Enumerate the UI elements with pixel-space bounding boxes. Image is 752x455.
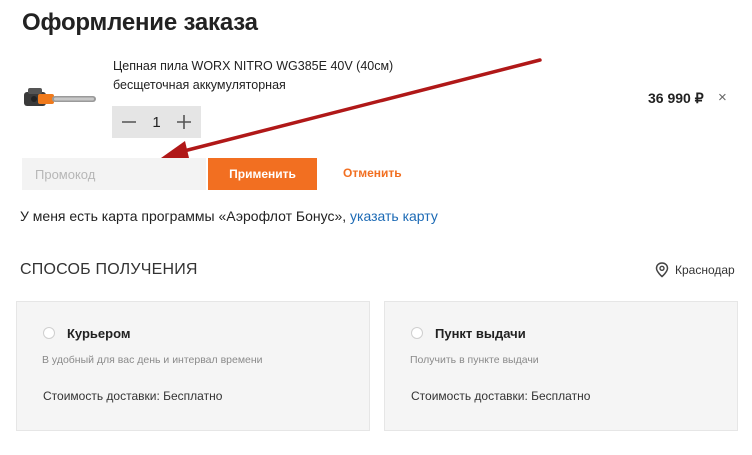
delivery-section-title: СПОСОБ ПОЛУЧЕНИЯ xyxy=(20,261,198,278)
plus-icon xyxy=(177,115,191,129)
remove-item-button[interactable]: × xyxy=(718,89,727,106)
delivery-option-courier[interactable]: Курьером В удобный для вас день и интерв… xyxy=(16,301,370,431)
location-pin-icon xyxy=(655,262,669,278)
minus-icon xyxy=(122,121,136,123)
delivery-option-cost: Стоимость доставки: Бесплатно xyxy=(43,389,223,403)
city-selector[interactable]: Краснодар xyxy=(655,262,735,278)
increase-quantity-button[interactable] xyxy=(173,111,195,133)
city-name: Краснодар xyxy=(675,263,735,277)
product-image[interactable] xyxy=(22,80,98,112)
page-title: Оформление заказа xyxy=(22,9,258,36)
delivery-option-cost: Стоимость доставки: Бесплатно xyxy=(411,389,591,403)
bonus-card-text: У меня есть карта программы «Аэрофлот Бо… xyxy=(20,208,351,224)
item-price: 36 990 ₽ xyxy=(648,90,704,106)
courier-radio[interactable] xyxy=(43,327,55,339)
decrease-quantity-button[interactable] xyxy=(118,111,140,133)
bonus-card-line: У меня есть карта программы «Аэрофлот Бо… xyxy=(20,208,438,224)
delivery-option-title: Курьером xyxy=(67,326,131,341)
apply-promo-button[interactable]: Применить xyxy=(208,158,317,190)
quantity-stepper: 1 xyxy=(112,106,201,138)
specify-card-link[interactable]: указать карту xyxy=(350,208,438,224)
pickup-radio[interactable] xyxy=(411,327,423,339)
product-name[interactable]: Цепная пила WORX NITRO WG385E 40V (40см)… xyxy=(113,57,443,95)
delivery-option-subtitle: В удобный для вас день и интервал времен… xyxy=(42,354,263,366)
delivery-option-pickup[interactable]: Пункт выдачи Получить в пункте выдачи Ст… xyxy=(384,301,738,431)
quantity-value[interactable]: 1 xyxy=(152,114,160,131)
delivery-option-title: Пункт выдачи xyxy=(435,326,526,341)
cancel-promo-link[interactable]: Отменить xyxy=(343,166,402,180)
delivery-option-subtitle: Получить в пункте выдачи xyxy=(410,354,539,366)
promo-code-input[interactable] xyxy=(22,158,206,190)
